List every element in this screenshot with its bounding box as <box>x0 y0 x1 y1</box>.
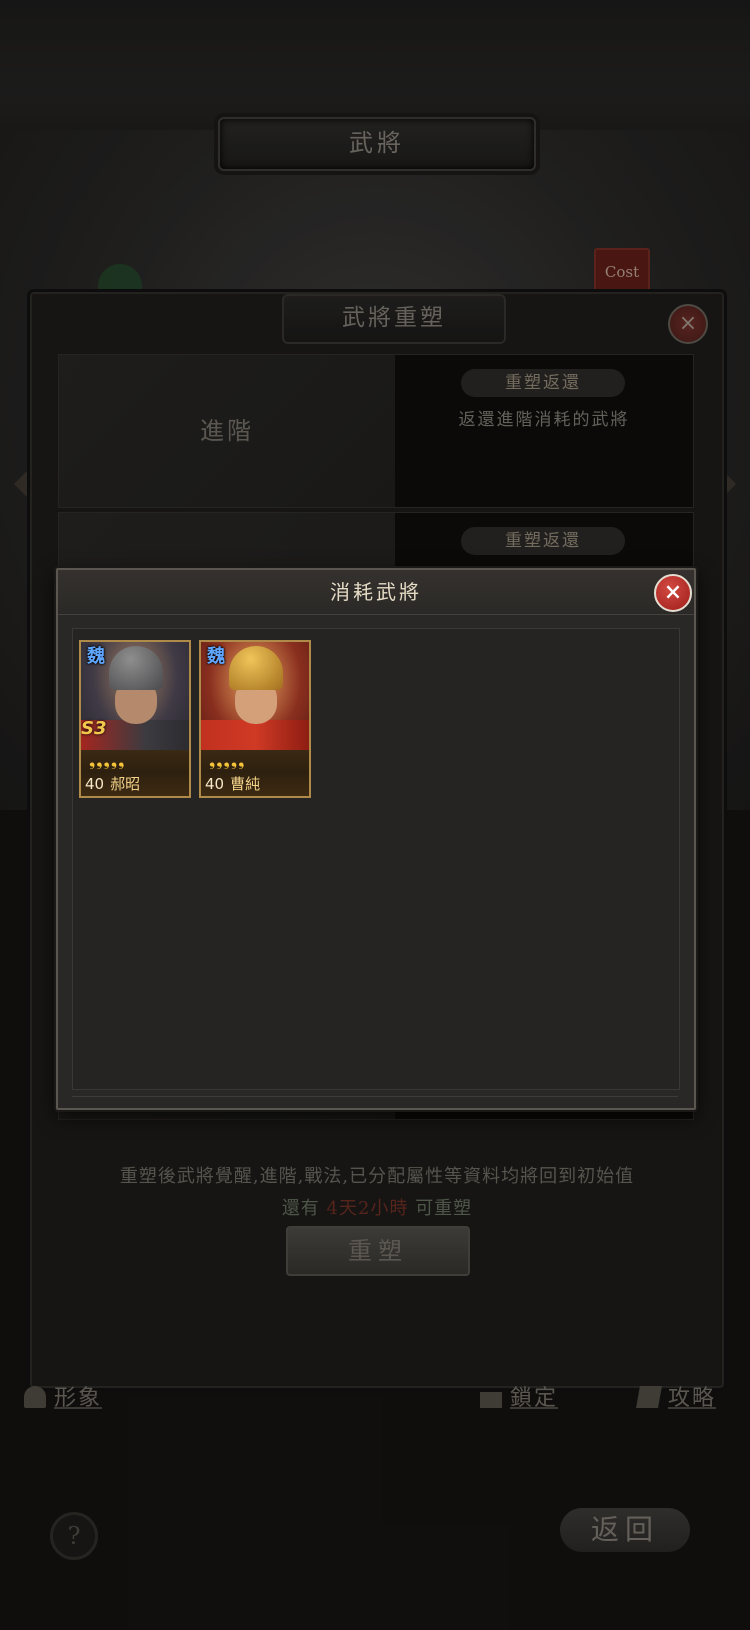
general-name-bar: 40 郝昭 <box>81 772 189 796</box>
general-card[interactable]: 魏 S3 ❟❟❟❟❟ 40 郝昭 <box>79 640 191 798</box>
general-card[interactable]: 魏 ❟❟❟❟❟ 40 曹純 <box>199 640 311 798</box>
general-name-bar: 40 曹純 <box>201 772 309 796</box>
star-rating: ❟❟❟❟❟ <box>81 750 189 772</box>
star-rating: ❟❟❟❟❟ <box>201 750 309 772</box>
portrait-helmet <box>229 646 283 690</box>
modal-header: 消耗武將 <box>58 570 694 615</box>
general-level: 40 <box>85 775 105 793</box>
general-name: 郝昭 <box>110 775 141 793</box>
modal-title: 消耗武將 <box>330 580 422 604</box>
grade-badge: S3 <box>81 718 107 739</box>
general-name: 曹純 <box>230 775 261 793</box>
general-level: 40 <box>205 775 225 793</box>
faction-badge: 魏 <box>207 646 225 667</box>
portrait-helmet <box>109 646 163 690</box>
modal-divider <box>72 1096 678 1097</box>
modal-close-icon[interactable]: × <box>654 574 692 612</box>
faction-badge: 魏 <box>87 646 105 667</box>
portrait-cloak <box>201 720 309 750</box>
consume-generals-modal: 消耗武將 × 魏 S3 ❟❟❟❟❟ 40 郝昭 魏 ❟❟❟❟❟ 40 曹純 <box>56 568 696 1110</box>
